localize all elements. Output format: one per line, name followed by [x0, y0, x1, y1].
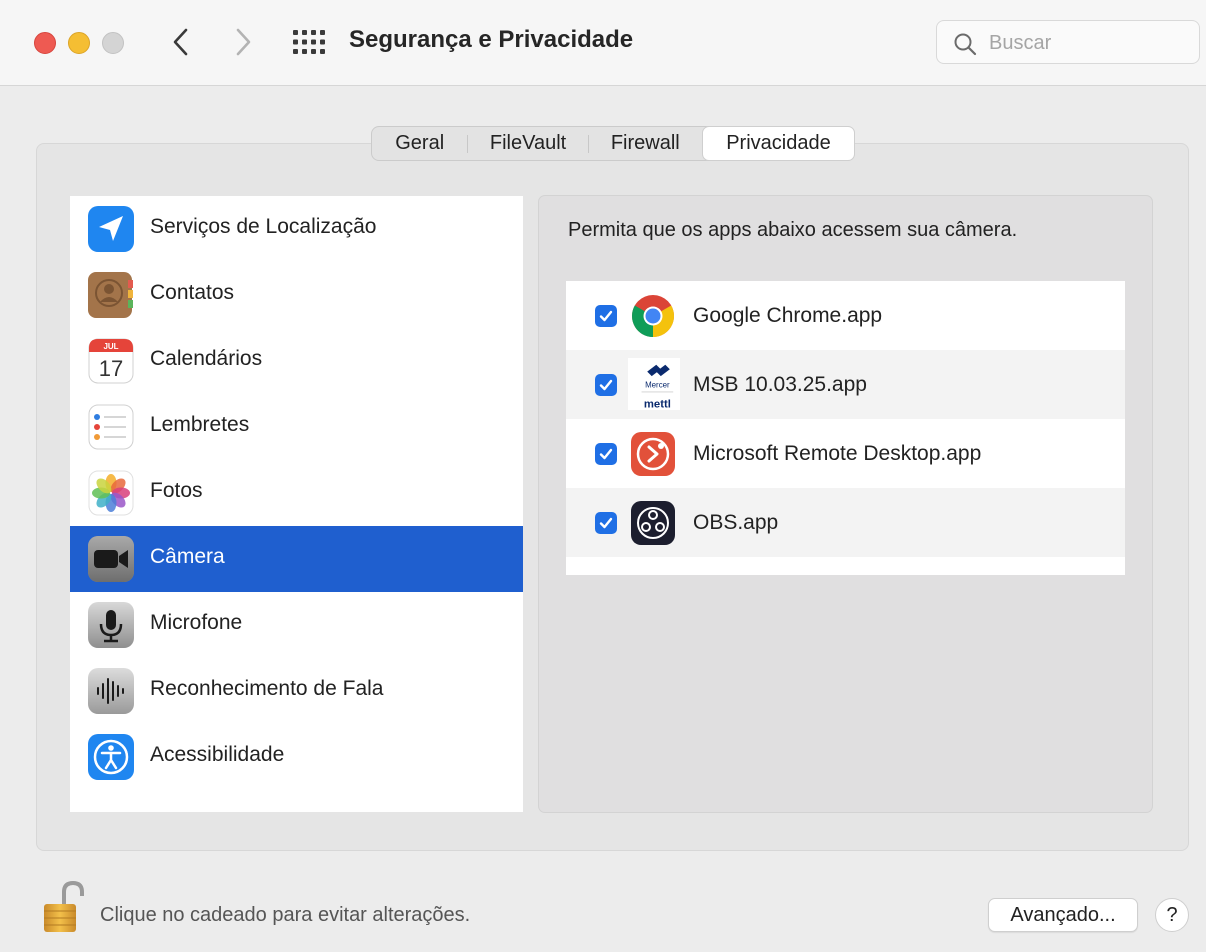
checkmark-icon — [599, 379, 613, 391]
window-title: Segurança e Privacidade — [349, 26, 634, 53]
search-field[interactable] — [936, 20, 1200, 64]
calendar-icon-month: JUL — [103, 342, 118, 351]
sidebar-item-label: Microfone — [150, 611, 243, 634]
sidebar-item-camera[interactable]: Câmera — [70, 526, 523, 592]
app-name: Microsoft Remote Desktop.app — [693, 442, 982, 465]
sidebar-item-photos[interactable]: Fotos — [70, 460, 523, 526]
app-checkbox-obs[interactable] — [595, 512, 617, 534]
sidebar-item-accessibility[interactable]: Acessibilidade — [70, 724, 523, 790]
app-checkbox-google-chrome[interactable] — [595, 305, 617, 327]
grid-icon — [293, 30, 325, 54]
app-checkbox-msb[interactable] — [595, 374, 617, 396]
search-icon — [954, 33, 977, 56]
tab-filevault[interactable]: FileVault — [468, 127, 587, 160]
app-row-msb: Mercer mettl MSB 10.03.25.app — [566, 350, 1125, 419]
sidebar-item-label: Câmera — [150, 545, 225, 568]
sidebar-item-label: Serviços de Localização — [150, 215, 377, 238]
sidebar-item-label: Fotos — [150, 479, 203, 502]
speech-waveform-icon — [88, 668, 134, 714]
camera-permissions-description: Permita que os apps abaixo acessem sua c… — [568, 219, 1018, 241]
sidebar-item-label: Reconhecimento de Fala — [150, 677, 384, 700]
sidebar-item-calendars[interactable]: JUL 17 Calendários — [70, 328, 523, 394]
chrome-icon — [631, 295, 675, 337]
app-name: Google Chrome.app — [693, 304, 883, 327]
zoom-window-button[interactable] — [102, 32, 124, 54]
contacts-icon — [88, 272, 133, 318]
search-input[interactable] — [987, 29, 1191, 57]
calendar-icon-day: 17 — [99, 356, 123, 381]
advanced-button[interactable]: Avançado... — [988, 898, 1138, 932]
chevron-right-icon — [236, 28, 251, 56]
camera-icon — [88, 536, 134, 582]
tab-bar: Geral FileVault Firewall Privacidade — [371, 126, 856, 161]
microphone-icon — [88, 602, 134, 648]
tab-privacidade[interactable]: Privacidade — [701, 126, 856, 161]
app-checkbox-microsoft-remote-desktop[interactable] — [595, 443, 617, 465]
app-row-microsoft-remote-desktop: Microsoft Remote Desktop.app — [566, 419, 1125, 488]
sidebar-item-contacts[interactable]: Contatos — [70, 262, 523, 328]
reminders-icon — [88, 404, 134, 450]
lock-message: Clique no cadeado para evitar alterações… — [100, 904, 471, 926]
remote-desktop-icon — [631, 432, 675, 476]
obs-icon — [631, 501, 675, 545]
sidebar-item-reminders[interactable]: Lembretes — [70, 394, 523, 460]
privacy-category-list: Serviços de Localização Contatos JUL 17 … — [70, 196, 523, 812]
app-name: OBS.app — [693, 511, 779, 534]
forward-button[interactable] — [228, 26, 258, 58]
app-name: MSB 10.03.25.app — [693, 373, 867, 396]
camera-app-list: Google Chrome.app Mercer mettl MSB 10.03… — [566, 281, 1125, 575]
checkmark-icon — [599, 448, 613, 460]
mercer-label: Mercer — [645, 380, 670, 389]
location-arrow-icon — [88, 206, 134, 252]
checkmark-icon — [599, 310, 613, 322]
app-row-obs: OBS.app — [566, 488, 1125, 557]
show-all-grid-button[interactable] — [292, 29, 326, 55]
sidebar-item-location-services[interactable]: Serviços de Localização — [70, 196, 523, 262]
calendar-icon: JUL 17 — [88, 338, 134, 384]
minimize-window-button[interactable] — [68, 32, 90, 54]
sidebar-item-label: Acessibilidade — [150, 743, 285, 766]
mercer-mettl-icon: Mercer mettl — [628, 358, 680, 410]
title-bar: Segurança e Privacidade — [0, 0, 1206, 86]
tab-firewall[interactable]: Firewall — [589, 127, 702, 160]
app-row-google-chrome: Google Chrome.app — [566, 281, 1125, 350]
help-button[interactable]: ? — [1155, 898, 1189, 932]
back-button[interactable] — [166, 26, 196, 58]
unlocked-padlock-icon[interactable] — [40, 880, 84, 934]
mettl-label: mettl — [644, 399, 671, 410]
sidebar-item-label: Lembretes — [150, 413, 250, 436]
accessibility-icon — [88, 734, 134, 780]
close-window-button[interactable] — [34, 32, 56, 54]
sidebar-item-microphone[interactable]: Microfone — [70, 592, 523, 658]
photos-icon — [88, 470, 134, 516]
sidebar-item-label: Calendários — [150, 347, 263, 370]
sidebar-item-speech-recognition[interactable]: Reconhecimento de Fala — [70, 658, 523, 724]
chevron-left-icon — [173, 28, 188, 56]
tab-geral[interactable]: Geral — [372, 127, 467, 160]
checkmark-icon — [599, 517, 613, 529]
sidebar-item-label: Contatos — [150, 281, 235, 304]
